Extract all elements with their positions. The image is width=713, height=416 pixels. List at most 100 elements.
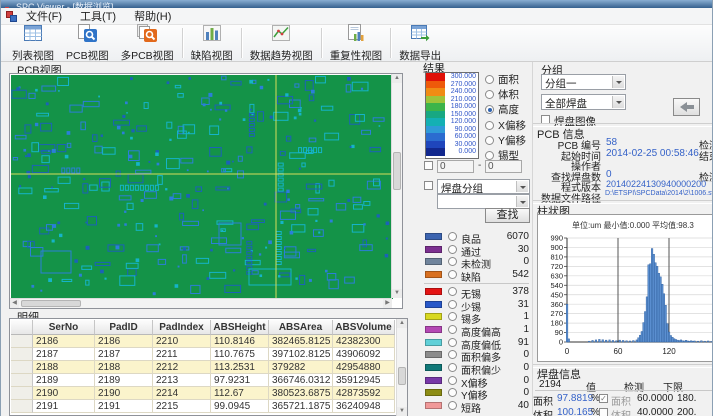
detail-cell[interactable]: 110.7675 — [211, 348, 269, 361]
detail-cell[interactable]: 2190 — [33, 387, 95, 400]
range-filter-checkbox[interactable] — [424, 161, 433, 170]
detail-cell[interactable]: 2190 — [95, 387, 153, 400]
chevron-down-icon[interactable] — [612, 96, 624, 108]
detail-column-header[interactable]: PadID — [95, 320, 153, 335]
legend-radio[interactable] — [448, 257, 457, 266]
pad-select[interactable]: 全部焊盘 — [541, 94, 626, 110]
metric-radio[interactable] — [485, 151, 494, 160]
range-from-input[interactable] — [437, 160, 474, 173]
detail-cell[interactable]: 2191 — [33, 400, 95, 413]
detail-cell[interactable]: 2210 — [153, 335, 211, 348]
toolbar-button-trend-view[interactable]: 数据趋势视图 — [244, 25, 319, 61]
pcb-horizontal-scrollbar[interactable]: ◀ ▶ — [10, 298, 392, 308]
legend-radio[interactable] — [448, 401, 457, 410]
detail-cell[interactable]: 2189 — [33, 374, 95, 387]
toolbar-button-multi-pcb-view[interactable]: 多PCB视图 — [115, 25, 180, 61]
metric-radio[interactable] — [485, 105, 494, 114]
legend-item-0-1[interactable]: 通过30 — [423, 244, 531, 256]
pcb-view-panel[interactable]: ▲ ▼ ◀ ▶ — [9, 73, 403, 309]
detail-row-selector[interactable] — [11, 361, 33, 374]
legend-item-1-2[interactable]: 锡多1 — [423, 311, 531, 323]
group-filter-select[interactable]: 焊盘分组 — [437, 179, 530, 194]
legend-item-0-0[interactable]: 良品6070 — [423, 231, 531, 243]
scroll-up-icon[interactable]: ▲ — [397, 319, 407, 328]
legend-item-1-9[interactable]: 短路40 — [423, 400, 531, 412]
group-filter-checkbox[interactable] — [424, 181, 433, 190]
legend-radio[interactable] — [448, 245, 457, 254]
search-button[interactable]: 查找 — [485, 208, 530, 223]
legend-radio[interactable] — [448, 388, 457, 397]
scroll-down-icon[interactable]: ▼ — [397, 407, 407, 416]
legend-item-1-8[interactable]: Y偏移0 — [423, 387, 531, 399]
group-select[interactable]: 分组一 — [541, 74, 626, 90]
detail-cell[interactable]: 2188 — [95, 361, 153, 374]
detail-cell[interactable]: 2186 — [33, 335, 95, 348]
metric-option-2[interactable]: 高度 — [485, 104, 519, 115]
legend-radio[interactable] — [448, 287, 457, 296]
detail-cell[interactable]: 380523.6875 — [269, 387, 333, 400]
detail-cell[interactable]: 379282 — [269, 361, 333, 374]
legend-item-1-6[interactable]: 面积偏少0 — [423, 362, 531, 374]
detail-column-header[interactable]: ABSArea — [269, 320, 333, 335]
legend-radio[interactable] — [448, 300, 457, 309]
legend-radio[interactable] — [448, 350, 457, 359]
legend-radio[interactable] — [448, 232, 457, 241]
metric-radio[interactable] — [485, 136, 494, 145]
detail-column-header[interactable]: SerNo — [33, 320, 95, 335]
detail-row-selector[interactable] — [11, 374, 33, 387]
scrollbar-thumb[interactable] — [21, 300, 81, 307]
metric-option-1[interactable]: 体积 — [485, 89, 519, 100]
chevron-down-icon[interactable] — [516, 181, 528, 192]
detail-cell[interactable]: 43906092 — [333, 348, 395, 361]
legend-radio[interactable] — [448, 312, 457, 321]
legend-item-1-0[interactable]: 无锡378 — [423, 286, 531, 298]
metric-radio[interactable] — [485, 75, 494, 84]
legend-radio[interactable] — [448, 338, 457, 347]
scrollbar-thumb[interactable] — [398, 367, 406, 385]
range-to-input[interactable] — [485, 160, 522, 173]
back-arrow-button[interactable] — [673, 98, 700, 116]
detail-cell[interactable]: 42954880 — [333, 361, 395, 374]
detail-row-selector[interactable] — [11, 348, 33, 361]
detail-cell[interactable]: 366746.0312 — [269, 374, 333, 387]
detail-cell[interactable]: 2189 — [95, 374, 153, 387]
detail-cell[interactable]: 2215 — [153, 400, 211, 413]
detail-cell[interactable]: 99.0945 — [211, 400, 269, 413]
detail-cell[interactable]: 113.2531 — [211, 361, 269, 374]
pad-metric-checkbox[interactable] — [599, 408, 608, 416]
legend-radio[interactable] — [448, 363, 457, 372]
toolbar-button-defect-view[interactable]: 缺陷视图 — [185, 25, 239, 61]
detail-cell[interactable]: 382465.8125 — [269, 335, 333, 348]
metric-option-0[interactable]: 面积 — [485, 74, 519, 85]
detail-vertical-scrollbar[interactable]: ▲ ▼ — [396, 319, 407, 416]
detail-table[interactable]: SerNoPadIDPadIndexABSHeightABSAreaABSVol… — [11, 320, 395, 413]
detail-cell[interactable]: 365721.1875 — [269, 400, 333, 413]
detail-cell[interactable]: 2213 — [153, 374, 211, 387]
legend-item-1-3[interactable]: 高度偏高1 — [423, 324, 531, 336]
toolbar-button-data-export[interactable]: 数据导出 — [393, 25, 447, 61]
menu-item-1[interactable]: 工具(T) — [71, 11, 125, 23]
legend-item-1-4[interactable]: 高度偏低91 — [423, 337, 531, 349]
scroll-down-icon[interactable]: ▼ — [392, 289, 402, 298]
menu-item-0[interactable]: 文件(F) — [17, 11, 71, 23]
scroll-up-icon[interactable]: ▲ — [392, 74, 402, 83]
detail-cell[interactable]: 2187 — [95, 348, 153, 361]
metric-option-3[interactable]: X偏移 — [485, 120, 526, 131]
legend-item-1-7[interactable]: X偏移0 — [423, 375, 531, 387]
detail-cell[interactable]: 2187 — [33, 348, 95, 361]
detail-cell[interactable]: 2212 — [153, 361, 211, 374]
detail-row-selector[interactable] — [11, 387, 33, 400]
secondary-filter-select[interactable] — [437, 194, 530, 209]
detail-cell[interactable]: 35912945 — [333, 374, 395, 387]
detail-cell[interactable]: 110.8146 — [211, 335, 269, 348]
toolbar-button-list-view[interactable]: 列表视图 — [6, 25, 60, 61]
scroll-left-icon[interactable]: ◀ — [10, 299, 19, 308]
pcb-vertical-scrollbar[interactable]: ▲ ▼ — [391, 74, 402, 298]
legend-item-1-5[interactable]: 面积偏多0 — [423, 349, 531, 361]
detail-row-selector[interactable] — [11, 400, 33, 413]
legend-radio[interactable] — [448, 270, 457, 279]
scrollbar-thumb[interactable] — [393, 152, 401, 190]
detail-cell[interactable]: 42873592 — [333, 387, 395, 400]
metric-radio[interactable] — [485, 121, 494, 130]
detail-column-header[interactable]: ABSVolume — [333, 320, 395, 335]
